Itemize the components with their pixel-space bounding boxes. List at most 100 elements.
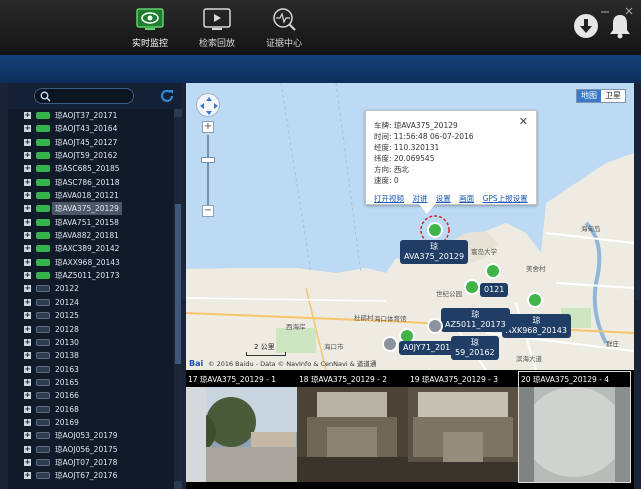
map-type-option-map[interactable]: 地图 — [577, 90, 601, 102]
video-panel-3[interactable]: 19 琼AVA375_20129 - 3 — [408, 372, 519, 482]
vehicle-tree-item[interactable]: + 琼AVA751_20158 — [8, 216, 174, 229]
vehicle-tree-item[interactable]: + 琼ASC685_20185 — [8, 162, 174, 175]
vehicle-tree-item[interactable]: +20165 — [8, 376, 174, 389]
expand-icon[interactable]: + — [24, 258, 31, 266]
vehicle-tree-item[interactable]: +20128 — [8, 323, 174, 336]
expand-icon[interactable]: + — [24, 152, 31, 160]
expand-icon[interactable]: + — [24, 285, 31, 293]
expand-icon[interactable]: + — [24, 378, 31, 386]
vehicle-tree-item[interactable]: + 琼ASC786_20118 — [8, 176, 174, 189]
intercom-link[interactable]: 对讲 — [412, 194, 427, 203]
search-box[interactable] — [34, 88, 134, 104]
vehicle-marker-label[interactable]: 琼 AXK968_20143 — [502, 314, 571, 338]
vehicle-marker-label[interactable]: 0121 — [480, 283, 509, 297]
sidebar-scrollbar[interactable] — [174, 109, 182, 489]
scroll-thumb[interactable] — [175, 204, 181, 364]
expand-icon[interactable]: + — [24, 205, 31, 213]
vehicle-marker[interactable] — [427, 222, 443, 238]
vehicle-tree-item[interactable]: + 琼AOJT37_20171 — [8, 109, 174, 122]
vehicle-marker[interactable] — [427, 318, 443, 334]
bell-icon[interactable] — [606, 12, 634, 40]
refresh-icon[interactable] — [159, 88, 175, 104]
zoom-out-button[interactable]: − — [202, 205, 214, 217]
expand-icon[interactable]: + — [24, 178, 31, 186]
vehicle-tree-item[interactable]: +20166 — [8, 389, 174, 402]
vehicle-tree-item[interactable]: + 琼AXC389_20142 — [8, 242, 174, 255]
expand-icon[interactable]: + — [24, 432, 31, 440]
expand-icon[interactable]: + — [24, 272, 31, 280]
expand-icon[interactable]: + — [24, 298, 31, 306]
expand-icon[interactable]: + — [24, 405, 31, 413]
gps-report-settings-link[interactable]: GPS上报设置 — [483, 194, 528, 203]
vehicle-tree-item[interactable]: + 琼AOJ053_20179 — [8, 429, 174, 442]
nav-evidence-center[interactable]: 证据中心 — [256, 4, 312, 54]
search-input[interactable] — [53, 90, 131, 102]
expand-icon[interactable]: + — [24, 312, 31, 320]
expand-icon[interactable]: + — [24, 472, 31, 480]
download-circle-icon[interactable] — [572, 12, 600, 40]
expand-icon[interactable]: + — [24, 325, 31, 333]
video-panel-2[interactable]: 18 琼AVA375_20129 - 2 — [297, 372, 408, 482]
vehicle-marker[interactable] — [464, 279, 480, 295]
expand-icon[interactable]: + — [24, 338, 31, 346]
zoom-slider-knob[interactable] — [201, 157, 215, 163]
expand-icon[interactable]: + — [24, 365, 31, 373]
vehicle-tree-item[interactable]: +20163 — [8, 363, 174, 376]
vehicle-marker[interactable] — [527, 292, 543, 308]
vehicle-tree-item[interactable]: + 琼AOJ056_20175 — [8, 443, 174, 456]
vehicle-tree-item[interactable]: +20122 — [8, 282, 174, 295]
right-panel-handle[interactable] — [634, 280, 640, 300]
expand-icon[interactable]: + — [24, 165, 31, 173]
vehicle-tree-item[interactable]: +20124 — [8, 296, 174, 309]
settings-link[interactable]: 设置 — [436, 194, 451, 203]
scroll-up-arrow[interactable] — [174, 109, 182, 117]
vehicle-tree-item[interactable]: +20138 — [8, 349, 174, 362]
vehicle-tree-item[interactable]: + 琼AOJT43_20164 — [8, 122, 174, 135]
zoom-in-button[interactable]: + — [202, 121, 214, 133]
video-panel-1[interactable]: 17 琼AVA375_20129 - 1 — [186, 372, 297, 482]
vehicle-tree-item[interactable]: + 琼AXX968_20143 — [8, 256, 174, 269]
vehicle-tree-item[interactable]: +20125 — [8, 309, 174, 322]
snapshot-link[interactable]: 画面 — [459, 194, 474, 203]
expand-icon[interactable]: + — [24, 352, 31, 360]
expand-icon[interactable]: + — [24, 218, 31, 226]
vehicle-tree-item[interactable]: +20169 — [8, 416, 174, 429]
zoom-rail[interactable] — [207, 135, 209, 207]
expand-icon[interactable]: + — [24, 232, 31, 240]
vehicle-tree-item[interactable]: + 琼AVA882_20181 — [8, 229, 174, 242]
expand-icon[interactable]: + — [24, 458, 31, 466]
vehicle-marker[interactable] — [382, 336, 398, 352]
vehicle-marker-label[interactable]: 琼 AZ5011_20173 — [441, 308, 510, 332]
popup-close-button[interactable]: ✕ — [519, 115, 528, 128]
vehicle-tree-item[interactable]: + 琼AVA375_20129 — [8, 202, 174, 216]
vehicle-tree-item[interactable]: + 琼AOJT45_20127 — [8, 136, 174, 149]
video-panel-4[interactable]: 20 琼AVA375_20129 - 4 — [518, 371, 631, 483]
window-close-button[interactable] — [622, 0, 636, 15]
window-minimize-button[interactable] — [598, 0, 612, 13]
map-view[interactable]: 寰岛大学 美舍村 海甸岛 世纪公园 西海岸 杜鹃村 海口体育馆 海口市 滨海大道… — [186, 83, 634, 370]
nav-realtime-monitor[interactable]: 实时监控 — [122, 4, 178, 54]
vehicle-tree-item[interactable]: +20130 — [8, 336, 174, 349]
scroll-down-arrow[interactable] — [174, 481, 182, 489]
vehicle-tree-item[interactable]: + 琼AOJT67_20176 — [8, 469, 174, 482]
expand-icon[interactable]: + — [24, 112, 31, 119]
map-type-option-satellite[interactable]: 卫星 — [601, 90, 625, 102]
vehicle-tree-item[interactable]: + 琼AZ5011_20173 — [8, 269, 174, 282]
vehicle-tree-item[interactable]: + 琼AOJT59_20162 — [8, 149, 174, 162]
expand-icon[interactable]: + — [24, 125, 31, 133]
expand-icon[interactable]: + — [24, 245, 31, 253]
expand-icon[interactable]: + — [24, 192, 31, 200]
vehicle-marker-label[interactable]: 琼 59_20162 — [451, 336, 499, 360]
expand-icon[interactable]: + — [24, 445, 31, 453]
vehicle-tree-item[interactable]: + 琼AVA018_20121 — [8, 189, 174, 202]
vehicle-marker-label[interactable]: 琼 AVA375_20129 — [400, 240, 469, 264]
nav-search-playback[interactable]: 检索回放 — [189, 4, 245, 54]
expand-icon[interactable]: + — [24, 138, 31, 146]
expand-icon[interactable]: + — [24, 392, 31, 400]
vehicle-tree-item[interactable]: +20168 — [8, 403, 174, 416]
vehicle-marker[interactable] — [485, 263, 501, 279]
vehicle-tree-item[interactable]: + 琼AOJT07_20178 — [8, 456, 174, 469]
expand-icon[interactable]: + — [24, 418, 31, 426]
map-pan-control[interactable] — [196, 93, 220, 117]
open-video-link[interactable]: 打开视频 — [374, 194, 404, 203]
